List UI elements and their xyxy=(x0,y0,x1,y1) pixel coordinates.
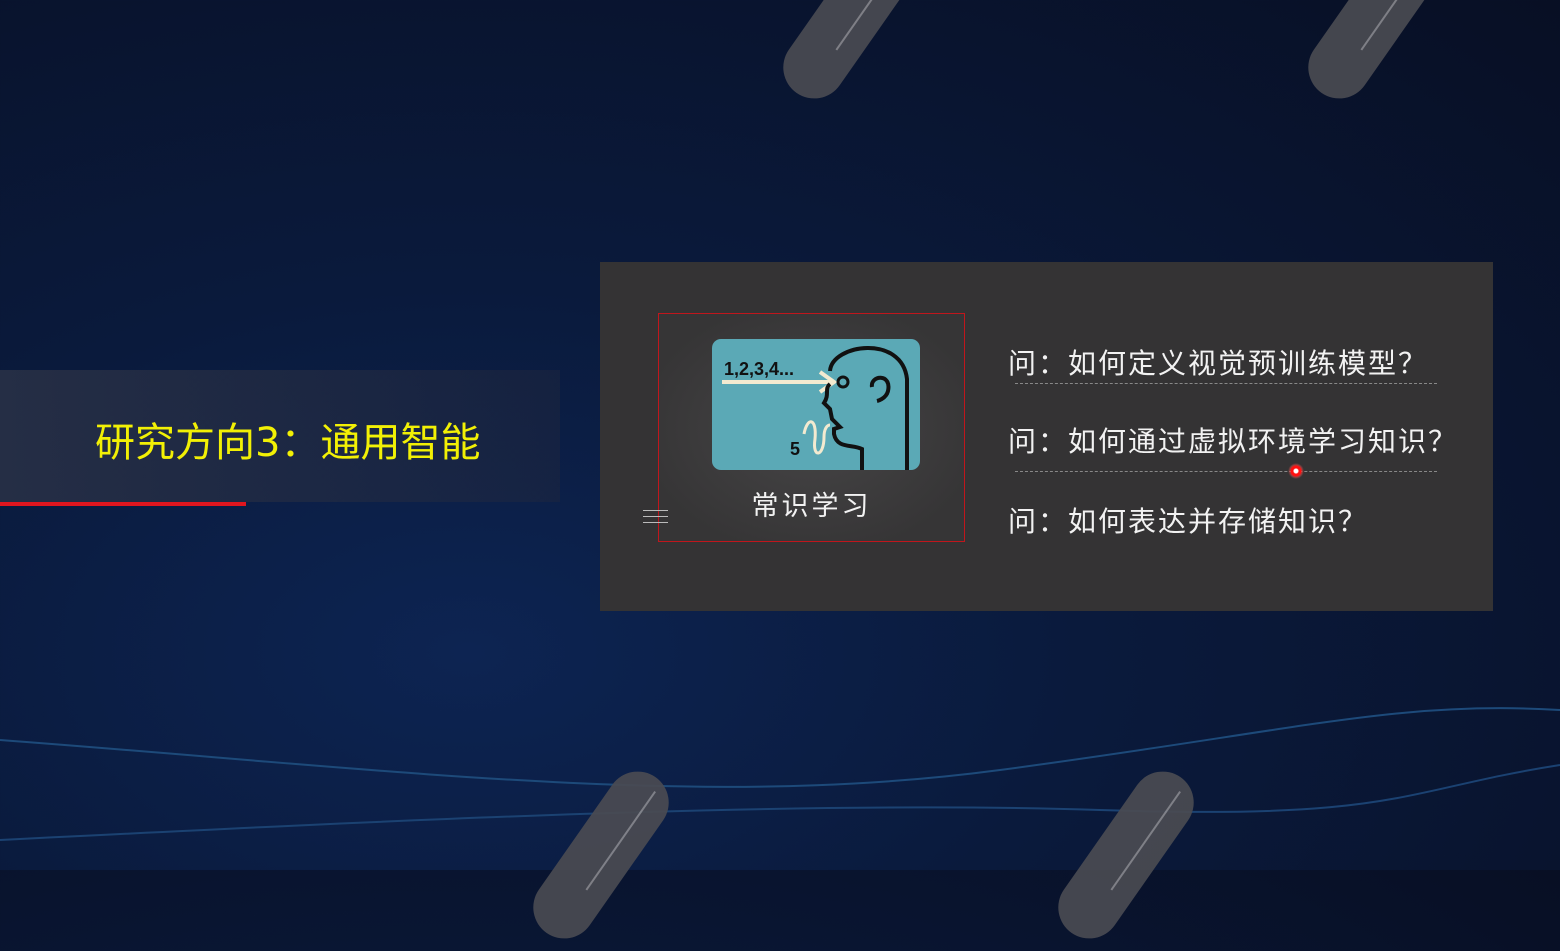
laser-pointer xyxy=(1288,463,1304,479)
slide-title: 研究方向3：通用智能 xyxy=(95,420,481,466)
answer-text: 5 xyxy=(790,439,800,459)
question-1: 问：如何定义视觉预训练模型？ xyxy=(1008,347,1429,380)
title-underline xyxy=(0,502,246,506)
question-3: 问：如何表达并存储知识？ xyxy=(1008,505,1369,538)
decorative-pill xyxy=(771,0,931,111)
decorative-waves xyxy=(0,707,1560,841)
head-thinking-icon: 1,2,3,4... 5 xyxy=(712,339,920,470)
divider xyxy=(1015,383,1437,384)
sequence-text: 1,2,3,4... xyxy=(724,359,794,379)
question-2: 问：如何通过虚拟环境学习知识？ xyxy=(1008,425,1459,458)
divider xyxy=(1015,471,1437,472)
menu-icon[interactable] xyxy=(643,510,668,528)
decorative-pill xyxy=(1296,0,1456,111)
card-caption: 常识学习 xyxy=(751,491,872,522)
